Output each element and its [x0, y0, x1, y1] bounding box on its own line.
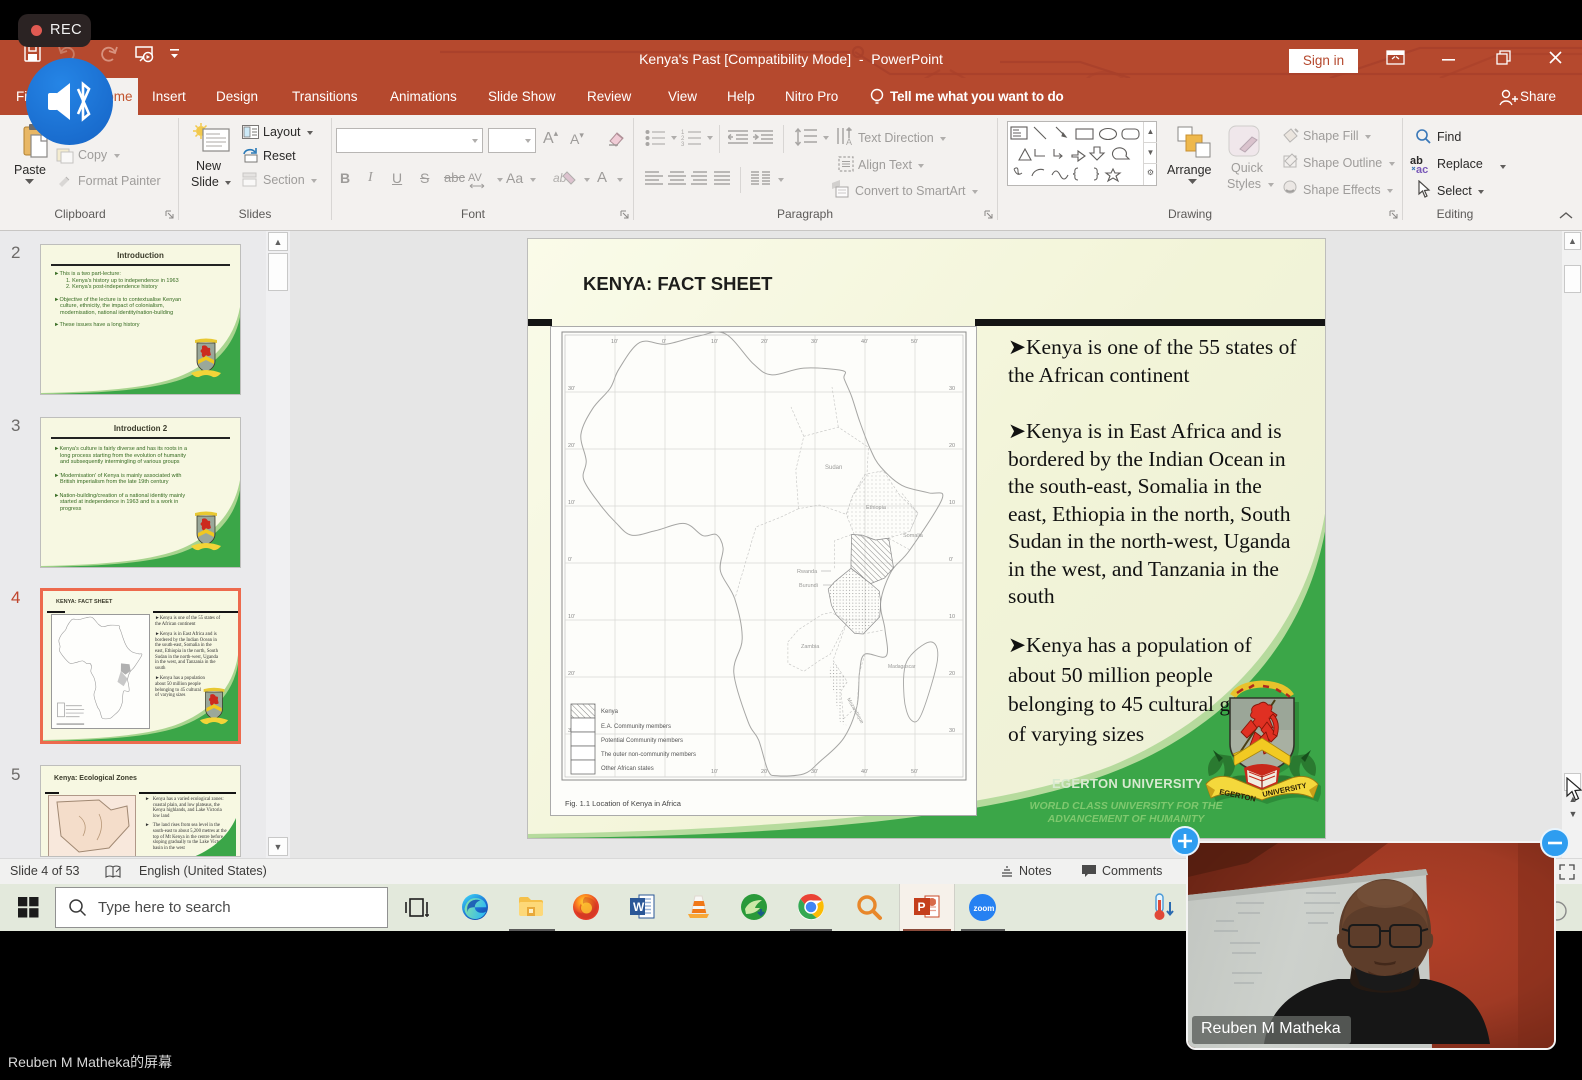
svg-text:20: 20 — [949, 671, 955, 677]
svg-text:P: P — [918, 900, 926, 914]
svg-text:30': 30' — [568, 386, 575, 392]
svg-text:AV: AV — [468, 172, 483, 184]
svg-text:The outer non-community member: The outer non-community members — [601, 752, 696, 758]
svg-text:20': 20' — [568, 671, 575, 677]
svg-text:Mozambique: Mozambique — [845, 697, 865, 725]
svg-text:0': 0' — [568, 557, 572, 563]
svg-text:zoom: zoom — [974, 904, 995, 913]
svg-text:10': 10' — [568, 500, 575, 506]
svg-text:Fig. 1.1 Location of Kenya in: Fig. 1.1 Location of Kenya in Africa — [565, 799, 682, 808]
svg-text:20': 20' — [761, 339, 768, 345]
svg-text:ac: ac — [1416, 164, 1428, 174]
svg-text:Rwanda: Rwanda — [797, 569, 818, 575]
svg-text:Burundi: Burundi — [799, 583, 818, 589]
svg-text:20': 20' — [761, 769, 768, 775]
svg-text:Somalia: Somalia — [903, 533, 924, 539]
svg-text:Ethiopia: Ethiopia — [866, 505, 887, 511]
svg-text:10': 10' — [568, 614, 575, 620]
svg-text:30: 30 — [949, 728, 955, 734]
svg-text:E.A. Community members: E.A. Community members — [601, 724, 671, 730]
svg-text:Sudan: Sudan — [825, 465, 842, 471]
svg-text:40': 40' — [861, 769, 868, 775]
svg-text:10: 10 — [949, 500, 955, 506]
svg-text:20': 20' — [568, 443, 575, 449]
svg-text:Zambia: Zambia — [801, 644, 820, 650]
svg-text:Kenya: Kenya — [601, 709, 619, 715]
svg-text:Potential Community members: Potential Community members — [601, 738, 683, 744]
svg-text:50': 50' — [911, 339, 918, 345]
svg-text:3: 3 — [681, 142, 685, 147]
svg-text:30: 30 — [949, 386, 955, 392]
svg-text:50': 50' — [911, 769, 918, 775]
svg-text:Madagascar: Madagascar — [888, 664, 916, 670]
svg-text:30': 30' — [811, 339, 818, 345]
svg-text:10: 10 — [949, 614, 955, 620]
svg-text:A: A — [846, 137, 852, 146]
svg-text:10': 10' — [711, 769, 718, 775]
svg-text:40': 40' — [861, 339, 868, 345]
svg-text:30': 30' — [811, 769, 818, 775]
svg-text:Other African states: Other African states — [601, 766, 654, 772]
svg-text:W: W — [633, 900, 645, 914]
svg-text:20: 20 — [949, 443, 955, 449]
svg-text:10': 10' — [711, 339, 718, 345]
svg-text:0': 0' — [949, 557, 953, 563]
svg-text:10': 10' — [611, 339, 618, 345]
